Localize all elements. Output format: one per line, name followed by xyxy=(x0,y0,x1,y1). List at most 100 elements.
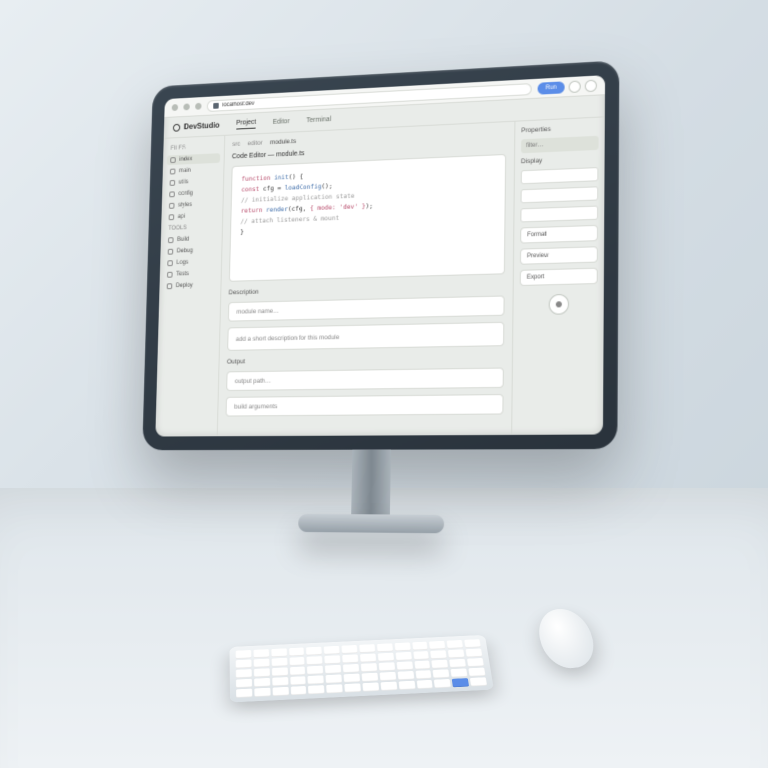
tool-icon xyxy=(168,237,174,243)
file-icon xyxy=(170,180,176,186)
module-name-input[interactable]: module name… xyxy=(228,295,505,321)
sidebar-tool-2[interactable]: Logs xyxy=(164,257,218,268)
key xyxy=(254,688,270,697)
window-control-min[interactable] xyxy=(183,103,189,110)
key xyxy=(326,684,343,693)
key xyxy=(470,677,487,686)
monitor-base xyxy=(298,514,444,533)
file-icon xyxy=(169,203,175,209)
key xyxy=(290,676,306,685)
output-path-input[interactable]: output path… xyxy=(226,368,504,391)
key xyxy=(324,646,340,655)
build-args-input[interactable]: build arguments xyxy=(226,394,504,417)
tab-terminal[interactable]: Terminal xyxy=(306,116,331,124)
crumb-2[interactable]: module.ts xyxy=(270,138,296,146)
key xyxy=(253,659,269,668)
key xyxy=(412,642,429,651)
key xyxy=(360,654,376,663)
code-editor[interactable]: function init() { const cfg = loadConfig… xyxy=(229,154,506,282)
key xyxy=(359,644,375,653)
key xyxy=(236,679,252,688)
key xyxy=(341,645,357,654)
sidebar-tool-0[interactable]: Build xyxy=(164,234,218,245)
sidebar-section-tools: TOOLS xyxy=(165,222,219,233)
key xyxy=(343,664,360,673)
description-input[interactable]: add a short description for this module xyxy=(227,322,504,351)
menu-icon[interactable] xyxy=(569,80,581,93)
format-button[interactable]: Format xyxy=(520,225,598,244)
run-button[interactable]: Run xyxy=(538,81,565,94)
key xyxy=(397,671,414,680)
tool-icon xyxy=(167,260,173,266)
tool-icon xyxy=(167,272,173,278)
key xyxy=(289,666,305,675)
app-logo[interactable]: DevStudio xyxy=(173,121,220,132)
panel-field-3[interactable] xyxy=(520,206,598,223)
key xyxy=(307,656,323,665)
key xyxy=(289,657,305,666)
sidebar-item-3[interactable]: config xyxy=(166,188,220,200)
key xyxy=(235,650,251,659)
window-control-close[interactable] xyxy=(172,104,178,111)
key xyxy=(379,672,396,681)
key xyxy=(344,683,361,692)
key xyxy=(254,678,270,687)
key xyxy=(342,654,358,663)
sidebar-item-4[interactable]: styles xyxy=(165,199,219,211)
lock-icon xyxy=(213,102,219,108)
key xyxy=(362,682,379,691)
profile-icon[interactable] xyxy=(585,79,597,92)
key xyxy=(324,655,340,664)
file-icon xyxy=(169,214,175,220)
sidebar-tool-1[interactable]: Debug xyxy=(164,245,218,256)
preview-button[interactable]: Preview xyxy=(520,246,598,265)
sidebar-tool-3[interactable]: Tests xyxy=(163,269,217,280)
key xyxy=(271,658,287,667)
key xyxy=(464,639,481,648)
sidebar-item-5[interactable]: api xyxy=(165,211,219,223)
export-button[interactable]: Export xyxy=(520,268,598,286)
tab-editor[interactable]: Editor xyxy=(273,118,290,126)
panel-field-1[interactable] xyxy=(521,167,599,184)
window-control-max[interactable] xyxy=(195,103,202,110)
key xyxy=(308,685,325,694)
key xyxy=(398,681,415,690)
main-content: src editor module.ts Code Editor — modul… xyxy=(218,122,515,437)
app-window: localhost:dev Run DevStudio Project Edit… xyxy=(155,75,605,436)
key xyxy=(448,649,465,658)
monitor: localhost:dev Run DevStudio Project Edit… xyxy=(142,60,619,450)
panel-field-2[interactable] xyxy=(521,186,599,203)
key xyxy=(451,668,468,677)
properties-panel: Properties filter… Display Format Previe… xyxy=(511,117,605,435)
key xyxy=(466,648,483,657)
key xyxy=(413,651,430,660)
key xyxy=(378,662,395,671)
key xyxy=(307,666,323,675)
sidebar-tool-4[interactable]: Deploy xyxy=(163,280,217,291)
tab-project[interactable]: Project xyxy=(236,118,256,129)
key xyxy=(236,669,252,678)
key xyxy=(271,648,287,657)
crumb-1[interactable]: editor xyxy=(248,140,263,147)
key xyxy=(272,677,288,686)
key xyxy=(325,665,341,674)
key xyxy=(236,659,252,668)
tool-icon xyxy=(167,283,173,289)
key xyxy=(416,680,433,689)
record-icon[interactable] xyxy=(548,294,568,315)
key xyxy=(308,675,324,684)
key xyxy=(432,660,449,669)
sidebar-item-0[interactable]: index xyxy=(167,153,221,165)
sidebar: FILES index main utils config styles api… xyxy=(155,136,225,437)
key xyxy=(290,686,306,695)
key xyxy=(361,663,378,672)
crumb-0[interactable]: src xyxy=(232,141,240,148)
key xyxy=(344,674,361,683)
key xyxy=(326,674,343,683)
sidebar-item-1[interactable]: main xyxy=(166,165,220,177)
logo-icon xyxy=(173,123,180,131)
key xyxy=(433,669,450,678)
sidebar-item-2[interactable]: utils xyxy=(166,176,220,188)
panel-filter-input[interactable]: filter… xyxy=(521,136,599,154)
sidebar-section-files: FILES xyxy=(167,142,221,154)
